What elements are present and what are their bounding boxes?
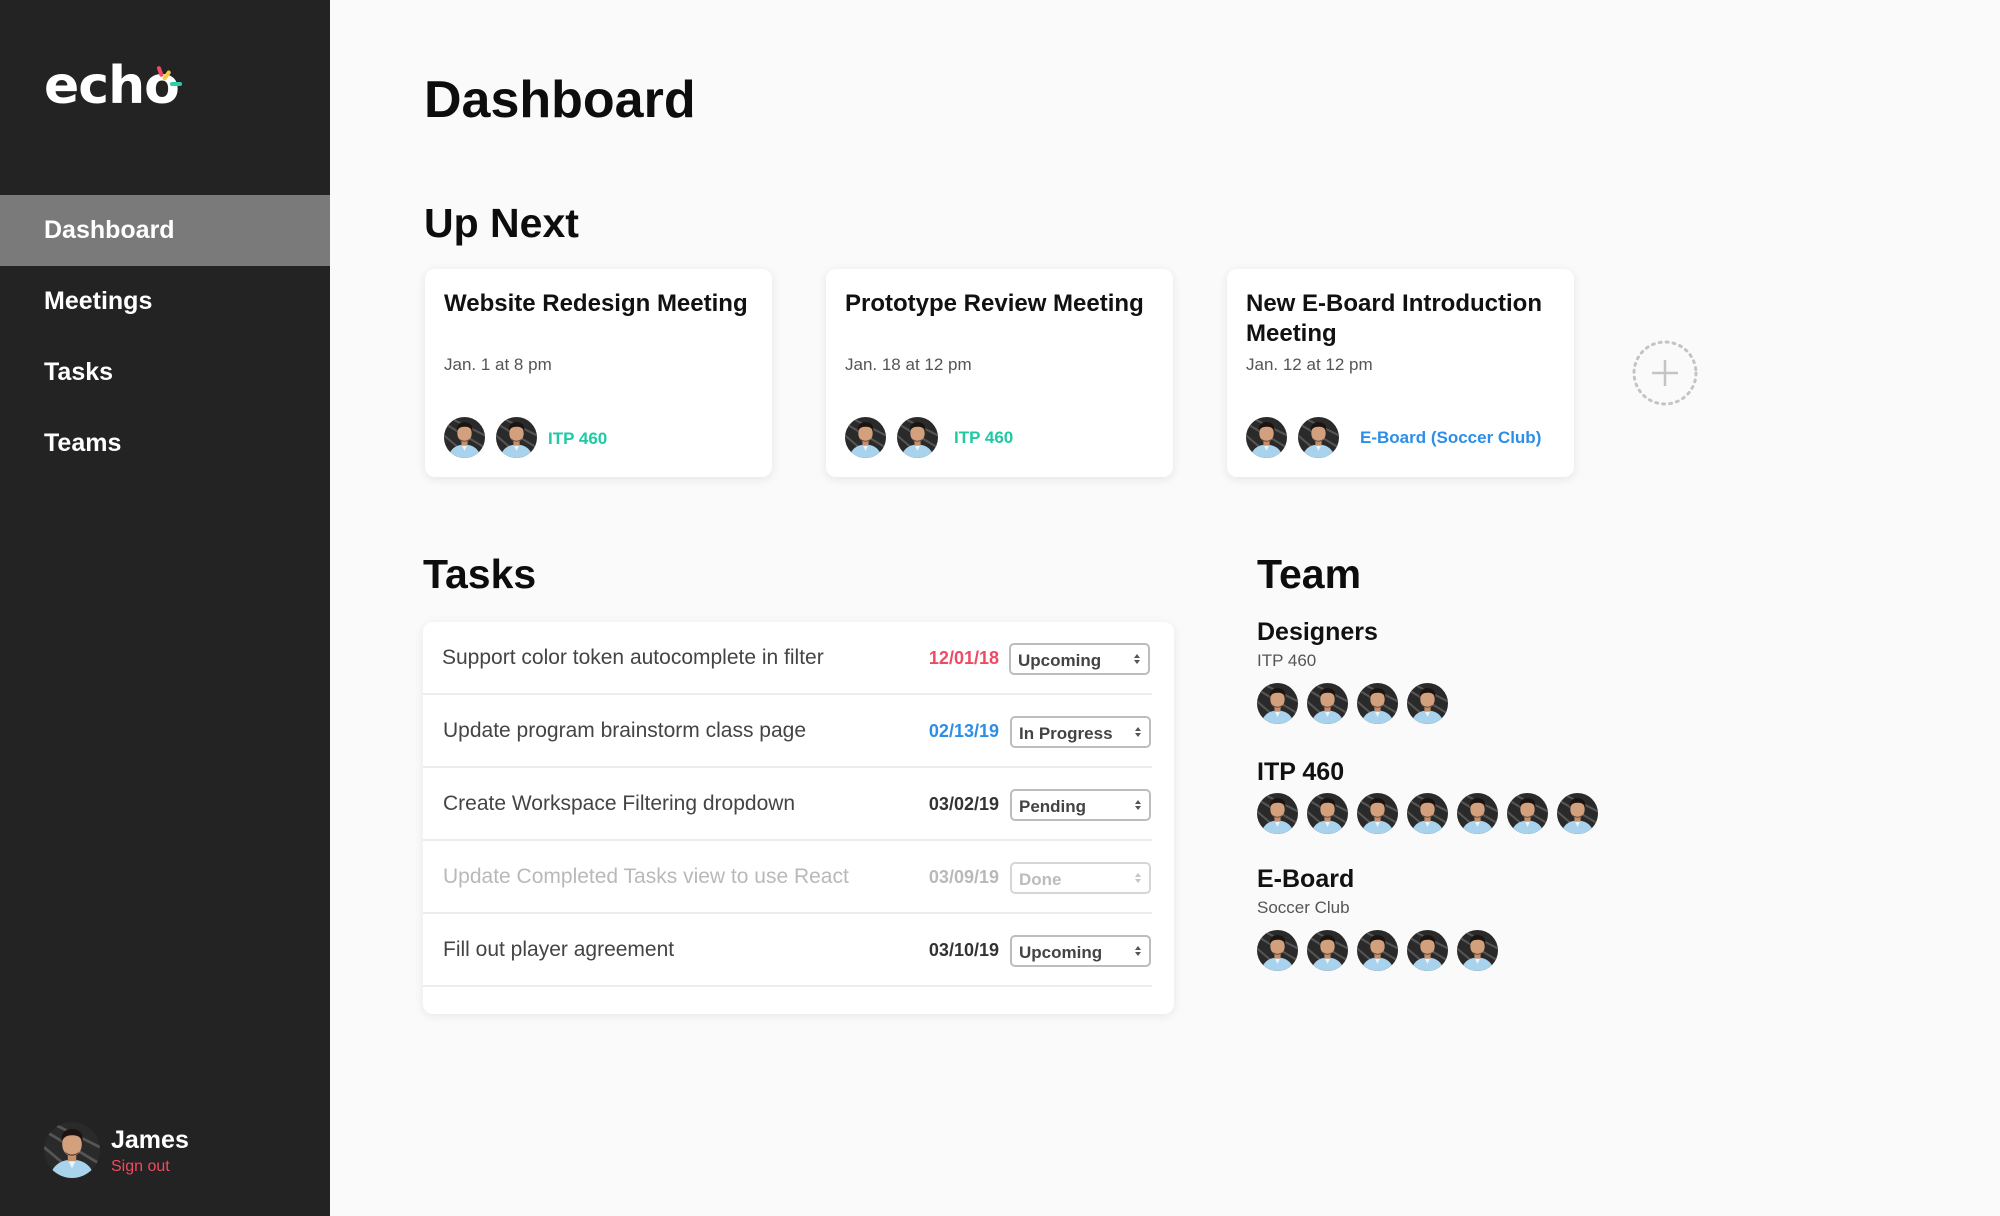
task-status-select[interactable]: Pending [1010, 789, 1151, 821]
avatar[interactable] [1457, 930, 1498, 971]
add-meeting-button[interactable] [1632, 340, 1698, 406]
meeting-date: Jan. 12 at 12 pm [1246, 355, 1373, 374]
team-heading: Team [1257, 551, 1362, 597]
team-members [1257, 793, 1344, 835]
avatar[interactable] [845, 417, 886, 458]
up-next-heading: Up Next [424, 200, 579, 246]
task-text: Fill out player agreement [443, 938, 675, 961]
avatar[interactable] [897, 417, 938, 458]
avatar[interactable] [1307, 930, 1348, 971]
avatar[interactable] [1357, 793, 1398, 834]
task-date: 12/01/18 [928, 648, 999, 668]
task-row[interactable]: Create Workspace Filtering dropdown 03/0… [423, 768, 1152, 841]
team-members [1257, 930, 1354, 972]
plus-icon [1652, 360, 1678, 386]
task-status-select[interactable]: Upcoming [1009, 643, 1150, 675]
avatar[interactable] [1257, 683, 1298, 724]
team-group-itp-460[interactable]: ITP 460 [1257, 757, 1344, 835]
task-status-value: In Progress [1019, 724, 1113, 743]
task-row[interactable]: Update Completed Tasks view to use React… [423, 841, 1152, 914]
task-row[interactable]: Update program brainstorm class page 02/… [423, 695, 1152, 768]
avatar[interactable] [1457, 793, 1498, 834]
meeting-date: Jan. 1 at 8 pm [444, 355, 552, 374]
task-status-select[interactable]: Done [1010, 862, 1151, 894]
meeting-title: New E-Board Introduction Meeting [1246, 290, 1542, 347]
sidebar-item-dashboard[interactable]: Dashboard [0, 195, 330, 266]
select-arrows-icon [1135, 800, 1141, 810]
task-text: Create Workspace Filtering dropdown [443, 792, 796, 815]
task-date: 03/09/19 [928, 867, 999, 887]
team-name: Designers [1257, 618, 1378, 646]
task-row[interactable]: Fill out player agreement 03/10/19 Upcom… [423, 914, 1152, 987]
meeting-team-link[interactable]: ITP 460 [548, 429, 607, 449]
meeting-team-link[interactable]: E-Board (Soccer Club) [1360, 428, 1541, 448]
avatar[interactable] [1307, 683, 1348, 724]
meeting-card[interactable]: New E-Board Introduction Meeting Jan. 12… [1227, 269, 1574, 477]
task-date: 03/10/19 [928, 940, 999, 960]
task-status-value: Done [1019, 870, 1062, 889]
meeting-title: Prototype Review Meeting [845, 290, 1144, 317]
meeting-team-link[interactable]: ITP 460 [954, 428, 1013, 448]
task-date: 02/13/19 [928, 721, 999, 741]
avatar[interactable] [1257, 930, 1298, 971]
avatar[interactable] [1357, 930, 1398, 971]
task-status-select[interactable]: Upcoming [1010, 935, 1151, 967]
select-arrows-icon [1134, 654, 1140, 664]
sidebar-item-teams[interactable]: Teams [0, 408, 330, 479]
meeting-card[interactable]: Prototype Review Meeting Jan. 18 at 12 p… [826, 269, 1173, 477]
task-status-value: Upcoming [1018, 651, 1102, 670]
meeting-title: Website Redesign Meeting [444, 290, 748, 317]
task-text: Update Completed Tasks view to use React [443, 865, 849, 888]
page-title: Dashboard [424, 71, 696, 129]
logo-spark-icon [156, 66, 182, 86]
avatar[interactable] [1357, 683, 1398, 724]
sidebar-item-meetings[interactable]: Meetings [0, 266, 330, 337]
task-status-value: Pending [1019, 797, 1087, 816]
avatar[interactable] [1257, 793, 1298, 834]
sidebar-item-tasks[interactable]: Tasks [0, 337, 330, 408]
avatar[interactable] [1246, 417, 1287, 458]
team-group-designers[interactable]: Designers ITP 460 [1257, 617, 1378, 725]
select-arrows-icon [1135, 727, 1141, 737]
select-arrows-icon [1135, 873, 1141, 883]
avatar[interactable] [444, 417, 485, 458]
sidebar: echo Dashboard Meetings Tasks Teams Jame… [0, 0, 330, 1216]
team-members [1257, 683, 1378, 725]
avatar[interactable] [1557, 793, 1598, 834]
task-text: Support color token autocomplete in filt… [442, 646, 824, 669]
task-text: Update program brainstorm class page [443, 719, 807, 742]
team-name: E-Board [1257, 865, 1355, 893]
avatar[interactable] [1298, 417, 1339, 458]
tasks-heading: Tasks [423, 551, 537, 597]
tasks-list: Support color token autocomplete in filt… [423, 622, 1174, 1014]
team-group-e-board[interactable]: E-Board Soccer Club [1257, 864, 1354, 972]
avatar[interactable] [496, 417, 537, 458]
meeting-card[interactable]: Website Redesign Meeting Jan. 1 at 8 pm … [425, 269, 772, 477]
user-avatar[interactable] [44, 1122, 100, 1178]
meeting-date: Jan. 18 at 12 pm [845, 355, 972, 374]
task-status-select[interactable]: In Progress [1010, 716, 1151, 748]
team-name: ITP 460 [1257, 758, 1345, 786]
sign-out-link[interactable]: Sign out [111, 1158, 170, 1176]
sidebar-nav: Dashboard Meetings Tasks Teams [0, 195, 330, 479]
avatar[interactable] [1407, 683, 1448, 724]
team-subtitle: Soccer Club [1257, 898, 1350, 917]
avatar[interactable] [1407, 793, 1448, 834]
avatar[interactable] [1407, 930, 1448, 971]
select-arrows-icon [1135, 946, 1141, 956]
task-row[interactable]: Support color token autocomplete in filt… [423, 622, 1152, 695]
team-subtitle: ITP 460 [1257, 651, 1317, 670]
avatar[interactable] [1307, 793, 1348, 834]
avatar[interactable] [1507, 793, 1548, 834]
task-date: 03/02/19 [928, 794, 999, 814]
task-status-value: Upcoming [1019, 943, 1103, 962]
user-name: James [111, 1126, 189, 1154]
